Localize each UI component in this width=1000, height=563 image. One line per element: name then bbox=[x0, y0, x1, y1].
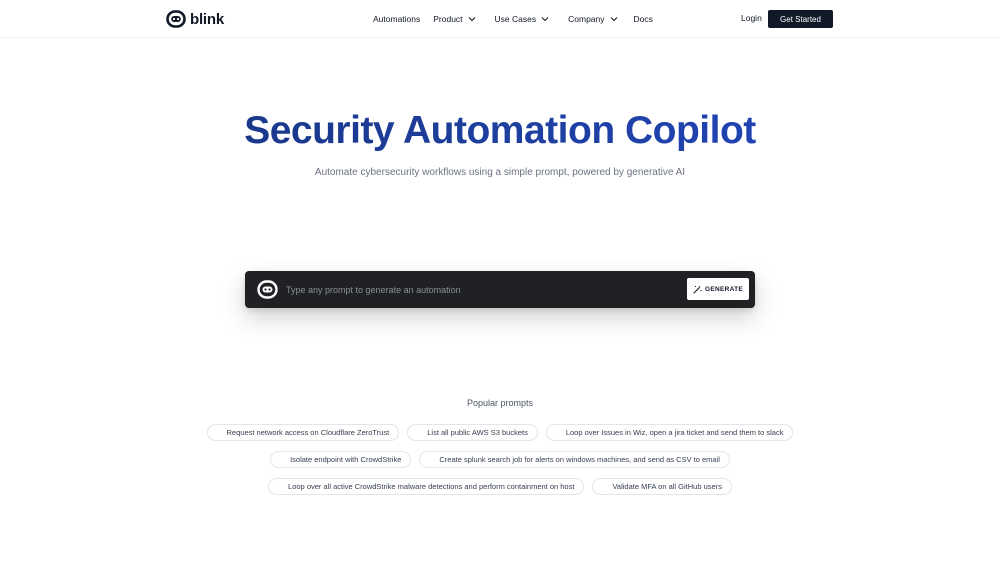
nav-link-label: Company bbox=[568, 14, 605, 24]
chevron-down-icon bbox=[541, 17, 549, 22]
top-nav: blink Automations Product Use Cases Comp… bbox=[0, 0, 1000, 38]
prompt-chip-row: Loop over all active CrowdStrike malware… bbox=[0, 478, 1000, 495]
brand-logo[interactable]: blink bbox=[166, 9, 224, 29]
nav-links: Automations Product Use Cases Company Do… bbox=[373, 0, 653, 38]
page: blink Automations Product Use Cases Comp… bbox=[0, 0, 1000, 563]
hero-subtitle: Automate cybersecurity workflows using a… bbox=[314, 167, 686, 178]
hero-title: Security Automation Copilot bbox=[0, 108, 1000, 154]
blink-logo-icon bbox=[166, 10, 186, 28]
chevron-down-icon bbox=[610, 17, 617, 22]
chevron-down-icon bbox=[468, 17, 475, 22]
prompt-chip[interactable]: Isolate endpoint with CrowdStrike bbox=[270, 451, 412, 468]
prompt-chip-row: Request network access on Cloudflare Zer… bbox=[0, 424, 1000, 441]
login-link[interactable]: Login bbox=[741, 13, 762, 23]
nav-link-label: Use Cases bbox=[494, 14, 537, 24]
prompt-chip[interactable]: Loop over all active CrowdStrike malware… bbox=[268, 478, 585, 495]
prompt-chip[interactable]: Loop over Issues in Wiz, open a jira tic… bbox=[545, 424, 794, 441]
get-started-button[interactable]: Get Started bbox=[768, 10, 833, 28]
nav-link-docs[interactable]: Docs bbox=[634, 14, 653, 24]
prompt-chip[interactable]: List all public AWS S3 buckets bbox=[407, 424, 538, 441]
prompt-chip[interactable]: Create splunk search job for alerts on w… bbox=[419, 451, 730, 468]
prompt-chip-row: Isolate endpoint with CrowdStrike Create… bbox=[0, 451, 1000, 468]
prompt-chip[interactable]: Request network access on Cloudflare Zer… bbox=[206, 424, 400, 441]
nav-link-label: Product bbox=[433, 14, 463, 24]
nav-link-product[interactable]: Product bbox=[433, 14, 475, 24]
prompt-bar bbox=[245, 271, 755, 308]
nav-link-company[interactable]: Company bbox=[568, 14, 617, 24]
magic-wand-icon bbox=[693, 285, 702, 294]
generate-button[interactable]: GENERATE bbox=[687, 278, 749, 300]
prompt-input[interactable] bbox=[286, 279, 676, 300]
generate-button-label: GENERATE bbox=[704, 285, 744, 293]
nav-link-label: Automations bbox=[373, 14, 421, 24]
popular-prompts-title: Popular prompts bbox=[466, 398, 534, 408]
nav-link-use-cases[interactable]: Use Cases bbox=[495, 14, 550, 24]
nav-link-automations[interactable]: Automations bbox=[373, 14, 420, 24]
blink-logo-icon bbox=[257, 280, 278, 299]
prompt-chip[interactable]: Validate MFA on all GitHub users bbox=[592, 478, 732, 495]
nav-link-label: Docs bbox=[633, 14, 653, 24]
brand-name: blink bbox=[190, 10, 225, 28]
